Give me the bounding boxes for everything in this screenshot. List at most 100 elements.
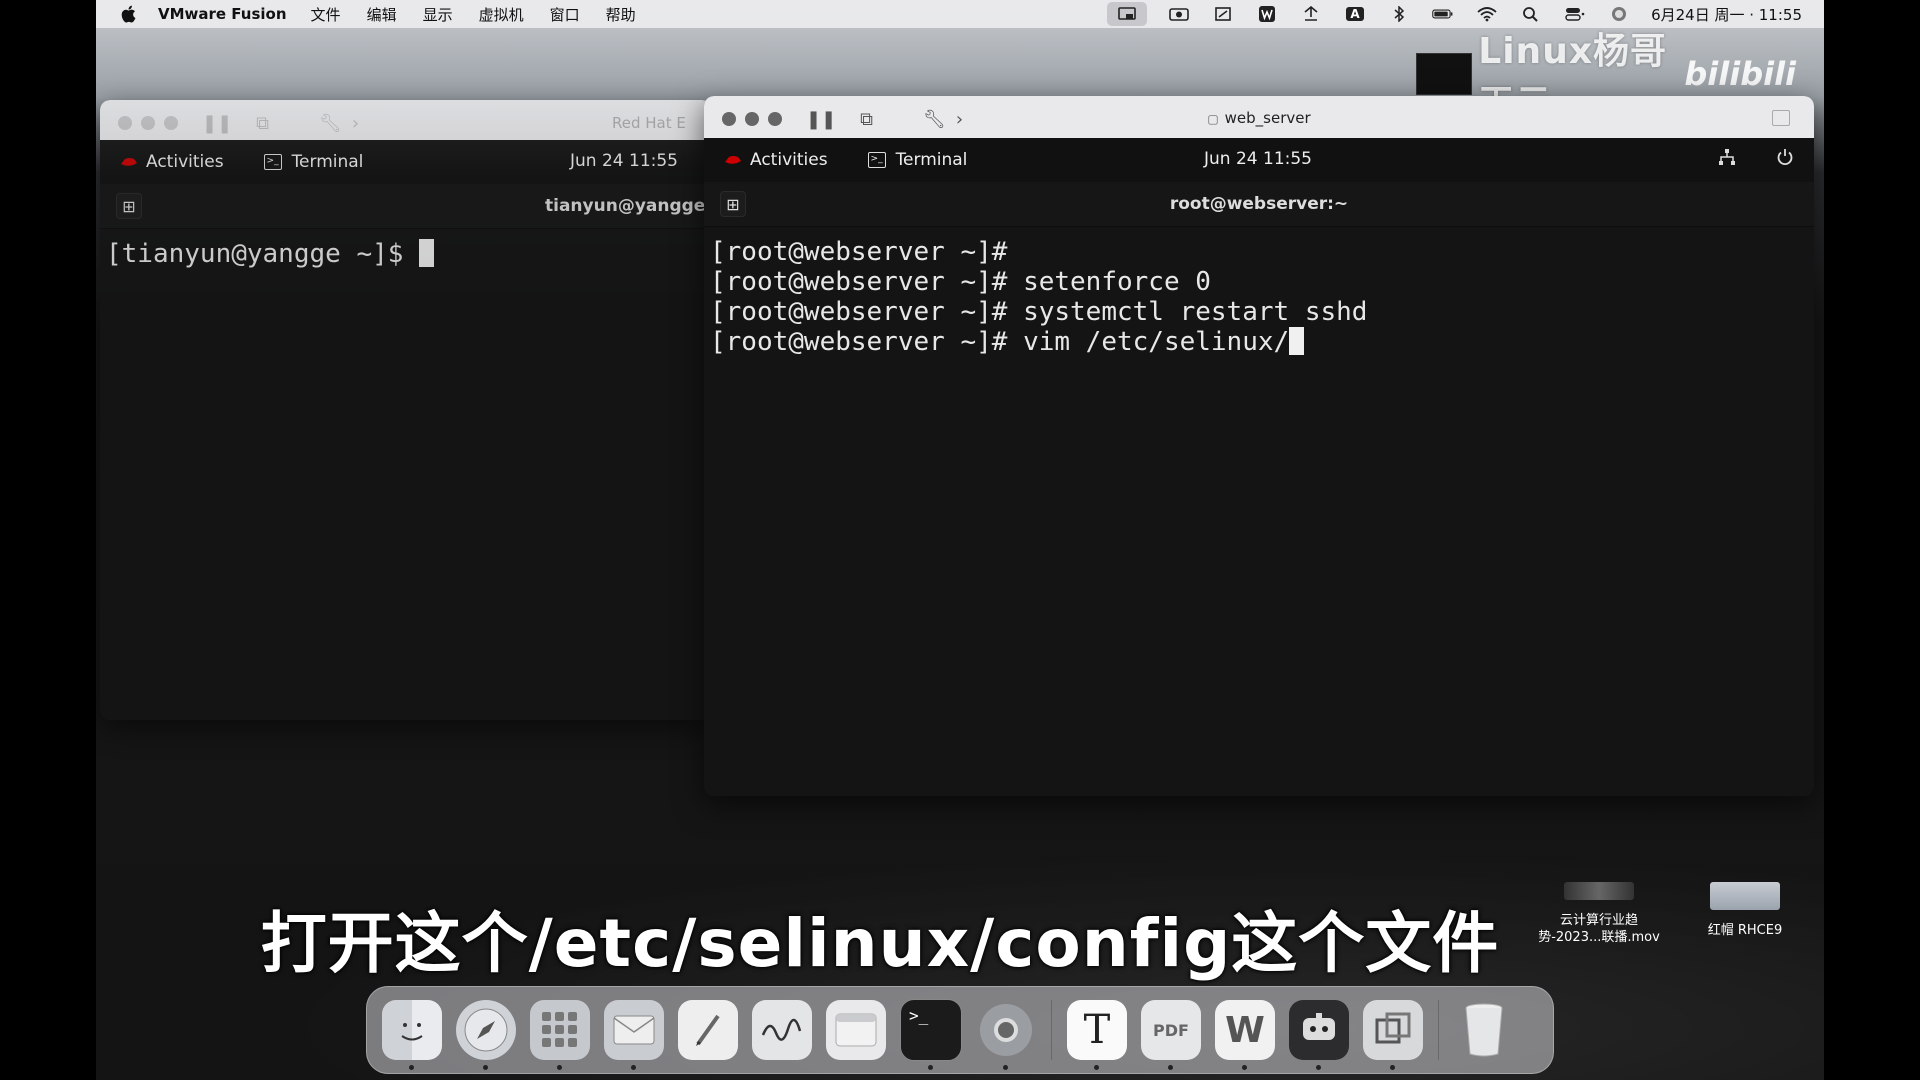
input-method-label: A [1346, 7, 1364, 21]
gnome-clock[interactable]: Jun 24 11:55 [570, 151, 678, 171]
terminal-header: ⊞ tianyun@yangge:~ [100, 184, 712, 229]
terminal-app-menu[interactable]: >_ Terminal [867, 150, 968, 170]
terminal-dock-icon[interactable]: >_ [900, 999, 962, 1070]
power-icon[interactable] [1776, 148, 1794, 166]
gnome-status-area[interactable] [1718, 148, 1794, 166]
new-tab-button[interactable]: ⊞ [116, 193, 142, 219]
pdf-expert-icon[interactable]: PDF [1141, 1000, 1201, 1070]
wps-glyph: W [1225, 1009, 1265, 1051]
desktop-file-rhce9[interactable]: 红帽 RHCE9 [1670, 882, 1820, 939]
chatbot-icon[interactable] [1289, 1000, 1349, 1070]
terminal-cursor [419, 239, 435, 267]
notes-pen-icon[interactable] [678, 1000, 738, 1060]
terminal-app-label: Terminal [291, 152, 364, 172]
terminal-line: [root@webserver ~]# systemctl restart ss… [710, 297, 1368, 327]
terminal-icon: >_ [867, 152, 886, 168]
terminal-output[interactable]: [tianyun@yangge ~]$ [100, 229, 712, 720]
window-controls [118, 116, 178, 130]
menu-edit[interactable]: 编辑 [367, 4, 397, 25]
menu-file[interactable]: 文件 [311, 4, 341, 25]
terminal-header: ⊞ root@webserver:~ [704, 182, 1814, 227]
bilibili-logo: bilibili [1684, 55, 1796, 93]
wifi-icon[interactable] [1475, 5, 1499, 23]
apple-icon[interactable] [118, 3, 140, 25]
snapshot-icon[interactable]: ⧉ [256, 113, 269, 134]
vmware-fusion-icon[interactable] [1363, 1000, 1423, 1070]
dock-separator [1438, 1000, 1439, 1060]
terminal-line-current: [root@webserver ~]# vim /etc/selinux/ [710, 327, 1808, 357]
typora-glyph: T [1083, 1007, 1111, 1053]
sync-icon[interactable] [1299, 5, 1323, 23]
terminal-title: tianyun@yangge:~ [545, 196, 712, 216]
document-icon: ▢ [1207, 112, 1219, 126]
typora-icon[interactable]: T [1067, 1000, 1127, 1070]
bluetooth-icon[interactable] [1387, 5, 1411, 23]
desktop-file-video[interactable]: 云计算行业趋 势-2023...联播.mov [1524, 882, 1674, 946]
close-button[interactable] [118, 116, 132, 130]
settings-wrench-icon[interactable]: 🔧︎ [319, 113, 342, 134]
activities-label: Activities [750, 150, 828, 170]
dock-separator [1051, 1000, 1052, 1060]
pause-icon[interactable]: ❚❚ [202, 113, 232, 134]
pdf-glyph: PDF [1153, 1020, 1189, 1040]
zoom-button[interactable] [164, 116, 178, 130]
watermark-thumbnail [1416, 53, 1473, 95]
video-thumbnail-icon [1564, 882, 1634, 900]
vm-window-redhat: ❚❚ ⧉ 🔧︎ › Red Hat E Activities >_ Termin… [100, 100, 712, 720]
restore-window-icon[interactable] [1772, 110, 1790, 126]
menu-view[interactable]: 显示 [423, 4, 453, 25]
redhat-icon [725, 156, 741, 164]
menu-help[interactable]: 帮助 [606, 4, 636, 25]
wps-office-icon[interactable]: W [1215, 1000, 1275, 1070]
minimize-button[interactable] [141, 116, 155, 130]
activities-button[interactable]: Activities [120, 152, 224, 172]
vm-window-web-server: ❚❚ ⧉ 🔧︎ › ▢ web_server Activities >_ Term… [704, 96, 1814, 796]
terminal-glyph: >_ [909, 1006, 929, 1025]
finder-icon[interactable] [382, 1000, 442, 1070]
terminal-output[interactable]: [root@webserver ~]# [root@webserver ~]# s… [704, 227, 1814, 796]
desktop-file-label: 红帽 RHCE9 [1707, 923, 1783, 938]
network-icon[interactable] [1718, 148, 1736, 166]
terminal-app-label: Terminal [895, 150, 968, 170]
chevron-right-icon[interactable]: › [352, 113, 359, 134]
terminal-cursor [1289, 327, 1305, 355]
battery-icon[interactable] [1431, 5, 1455, 23]
screenshot-icon[interactable] [1211, 5, 1235, 23]
chrome-icon[interactable] [976, 1000, 1036, 1070]
menu-window[interactable]: 窗口 [550, 4, 580, 25]
control-center-icon[interactable] [1563, 5, 1587, 23]
activities-button[interactable]: Activities [724, 150, 828, 170]
terminal-line: [tianyun@yangge ~]$ [106, 239, 420, 269]
spotlight-icon[interactable] [1519, 5, 1543, 23]
terminal-title: root@webserver:~ [1169, 194, 1349, 214]
gnome-top-bar: Activities >_ Terminal Jun 24 11:55 [704, 138, 1814, 182]
vm-title: ▢ web_server [704, 109, 1814, 127]
menu-vm[interactable]: 虚拟机 [479, 4, 524, 25]
terminal-line: [root@webserver ~]# [710, 237, 1008, 267]
vm-title: Red Hat E [612, 114, 686, 132]
freeform-icon[interactable] [752, 1000, 812, 1060]
siri-icon[interactable] [1607, 5, 1631, 23]
desktop-file-label-line2: 势-2023...联播.mov [1538, 930, 1660, 945]
folder-thumbnail-icon [1710, 882, 1780, 910]
video-watermark: Linux杨哥天云 bilibili [1416, 31, 1796, 124]
launchpad-icon[interactable] [530, 1000, 590, 1070]
activities-label: Activities [146, 152, 224, 172]
trash-icon[interactable] [1454, 1000, 1514, 1060]
terminal-app-menu[interactable]: >_ Terminal [263, 152, 364, 172]
terminal-line: [root@webserver ~]# vim /etc/selinux/ [710, 327, 1290, 357]
gnome-clock[interactable]: Jun 24 11:55 [1204, 149, 1312, 169]
mail-icon[interactable] [604, 1000, 664, 1070]
app-name-menu[interactable]: VMware Fusion [158, 5, 287, 23]
camera-icon[interactable] [1167, 5, 1191, 23]
macos-dock: >_ T PDF W [366, 986, 1554, 1074]
screen-mirror-icon[interactable] [1107, 2, 1148, 26]
window-app-icon[interactable] [826, 1000, 886, 1060]
vm-toolbar: ❚❚ ⧉ 🔧︎ › ▢ web_server [704, 96, 1814, 142]
terminal-icon: >_ [263, 154, 282, 170]
safari-icon[interactable] [456, 1000, 516, 1070]
input-method-icon[interactable]: A [1343, 5, 1367, 23]
desktop-file-label-line1: 云计算行业趋 [1559, 913, 1638, 928]
wps-icon[interactable] [1255, 5, 1279, 23]
redhat-icon [121, 158, 137, 166]
